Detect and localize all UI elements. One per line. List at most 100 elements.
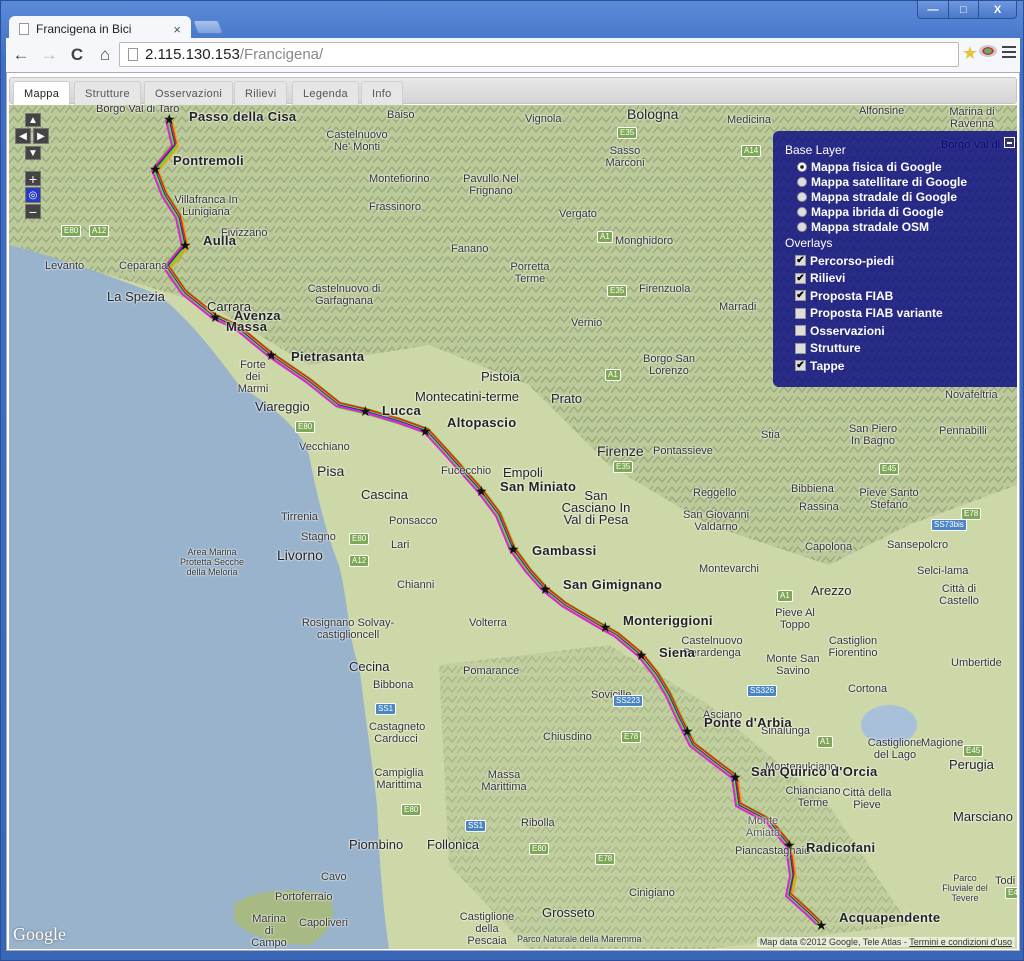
stage-star-icon[interactable]: ★ [815,917,828,933]
stage-label: Radicofani [806,840,876,855]
tab-legenda[interactable]: Legenda [292,81,359,105]
overlay-option[interactable]: ✔ Proposta FIAB [785,287,1017,305]
stage-star-icon[interactable]: ★ [635,647,648,663]
pan-down-button[interactable]: ▼ [25,146,41,160]
radio-selected[interactable] [797,161,807,172]
stage-star-icon[interactable]: ★ [681,723,694,739]
checkbox-checked[interactable]: ✔ [795,272,806,284]
map-canvas[interactable]: ★ ★ ★ ★ ★ ★ ★ ★ ★ ★ ★ ★ ★ ★ ★ ★ Borgo Val di Taro Baiso… [9,105,1017,949]
place-label: Montefiorino [369,173,430,185]
tab-mappa[interactable]: Mappa [13,81,71,106]
place-label: Villafranca In Lunigiana [174,194,238,218]
reload-button[interactable]: C [64,42,90,68]
place-label: Cinigiano [629,887,675,899]
stage-label: Altopascio [447,415,517,430]
road-shield: A1 [817,736,833,748]
stage-label: Aulla [203,233,237,248]
overlay-option[interactable]: ✔ Percorso-piedi [785,252,1017,270]
stage-star-icon[interactable]: ★ [599,619,612,635]
stage-star-icon[interactable]: ★ [729,769,742,785]
place-label: Montecatini-terme [415,389,520,404]
place-label: Pistoia [481,369,521,384]
minimize-layer-switcher-icon[interactable] [1004,137,1015,148]
overlay-option[interactable]: ✔ Rilievi [785,270,1017,288]
place-label: Fucecchio [441,465,492,477]
layer-switcher: Base Layer Mappa fisica di Google Mappa … [773,131,1017,387]
stage-star-icon[interactable]: ★ [419,423,432,439]
radio[interactable] [797,206,807,217]
overlay-option[interactable]: Strutture [785,340,1017,358]
zoom-out-button[interactable]: − [25,204,41,220]
tab-close-icon[interactable]: × [173,22,181,37]
checkbox[interactable] [795,307,806,319]
radio[interactable] [797,221,807,232]
place-label: Monte San Savino [766,653,820,677]
tab-rilievi[interactable]: Rilievi [234,81,288,105]
pan-right-button[interactable]: ▶ [33,128,49,144]
attribution-text: Map data ©2012 Google, Tele Atlas - [759,937,910,947]
overlay-label: Proposta FIAB variante [810,306,943,321]
base-layer-option[interactable]: Mappa ibrida di Google [785,204,1017,219]
pan-up-button[interactable]: ▲ [25,113,41,127]
place-label: Selci-lama [917,565,969,577]
extension-eye-icon[interactable] [979,45,997,57]
address-bar[interactable]: 2.115.130.153/Francigena/ [119,42,959,67]
checkbox-checked[interactable]: ✔ [795,290,806,302]
road-shield: E80 [529,843,550,855]
minimize-button[interactable]: — [918,1,948,18]
base-layer-option[interactable]: Mappa fisica di Google [785,159,1017,174]
maximize-button[interactable]: □ [948,1,978,18]
place-label: Castelnuovo Ne' Monti [326,129,388,153]
base-layer-option[interactable]: Mappa stradale OSM [785,219,1017,234]
stage-star-icon[interactable]: ★ [359,403,372,419]
tab-osservazioni[interactable]: Osservazioni [144,81,234,105]
place-label: Marina di Campo [251,913,287,949]
menu-icon[interactable] [1002,46,1016,61]
forward-button[interactable]: → [36,42,62,68]
back-button[interactable]: ← [8,42,34,68]
stage-star-icon[interactable]: ★ [539,581,552,597]
checkbox[interactable] [795,342,806,354]
road-shield: A12 [349,555,370,567]
close-window-button[interactable]: X [978,1,1016,18]
tab-info[interactable]: Info [361,81,403,105]
google-logo[interactable]: Google [13,924,66,945]
base-layer-option[interactable]: Mappa satellitare di Google [785,174,1017,189]
radio[interactable] [797,176,807,187]
home-button[interactable]: ⌂ [92,42,118,68]
stage-star-icon[interactable]: ★ [507,541,520,557]
bookmark-star-icon[interactable]: ★ [962,43,978,64]
tab-title: Francigena in Bici [36,22,132,36]
overlay-option[interactable]: Osservazioni [785,322,1017,340]
zoom-world-icon[interactable]: ◎ [25,187,41,203]
pan-left-button[interactable]: ◀ [15,128,31,144]
checkbox[interactable] [795,325,806,337]
road-shield: E45 [1005,887,1017,899]
stage-star-icon[interactable]: ★ [475,483,488,499]
checkbox-checked[interactable]: ✔ [795,255,806,267]
overlay-option[interactable]: ✔ Tappe [785,357,1017,375]
road-shield: E35 [607,285,628,297]
place-label: Livorno [277,547,323,563]
page-icon [128,48,138,61]
road-shield: A1 [597,231,613,243]
terms-link[interactable]: Termini e condizioni d'uso [909,937,1012,947]
road-shield: E45 [963,745,984,757]
stage-star-icon[interactable]: ★ [179,237,192,253]
tab-strutture[interactable]: Strutture [74,81,141,105]
place-label: Umbertide [951,657,1002,669]
place-label: Pennabilli [939,425,987,437]
place-label: Follonica [427,837,480,852]
road-shield: E80 [295,421,316,433]
road-shield: SS1 [465,820,487,832]
base-layer-option[interactable]: Mappa stradale di Google [785,189,1017,204]
overlay-option[interactable]: Proposta FIAB variante [785,305,1017,323]
zoom-in-button[interactable]: + [25,171,41,187]
app-tab-bar: Mappa Strutture Osservazioni Rilievi Leg… [9,77,1017,106]
place-label: Parco Fluviale del Tevere [942,873,988,903]
stage-label: Lucca [382,403,422,418]
new-tab-button[interactable] [192,20,224,34]
stage-star-icon[interactable]: ★ [149,161,162,177]
radio[interactable] [797,191,807,202]
checkbox-checked[interactable]: ✔ [795,360,806,372]
